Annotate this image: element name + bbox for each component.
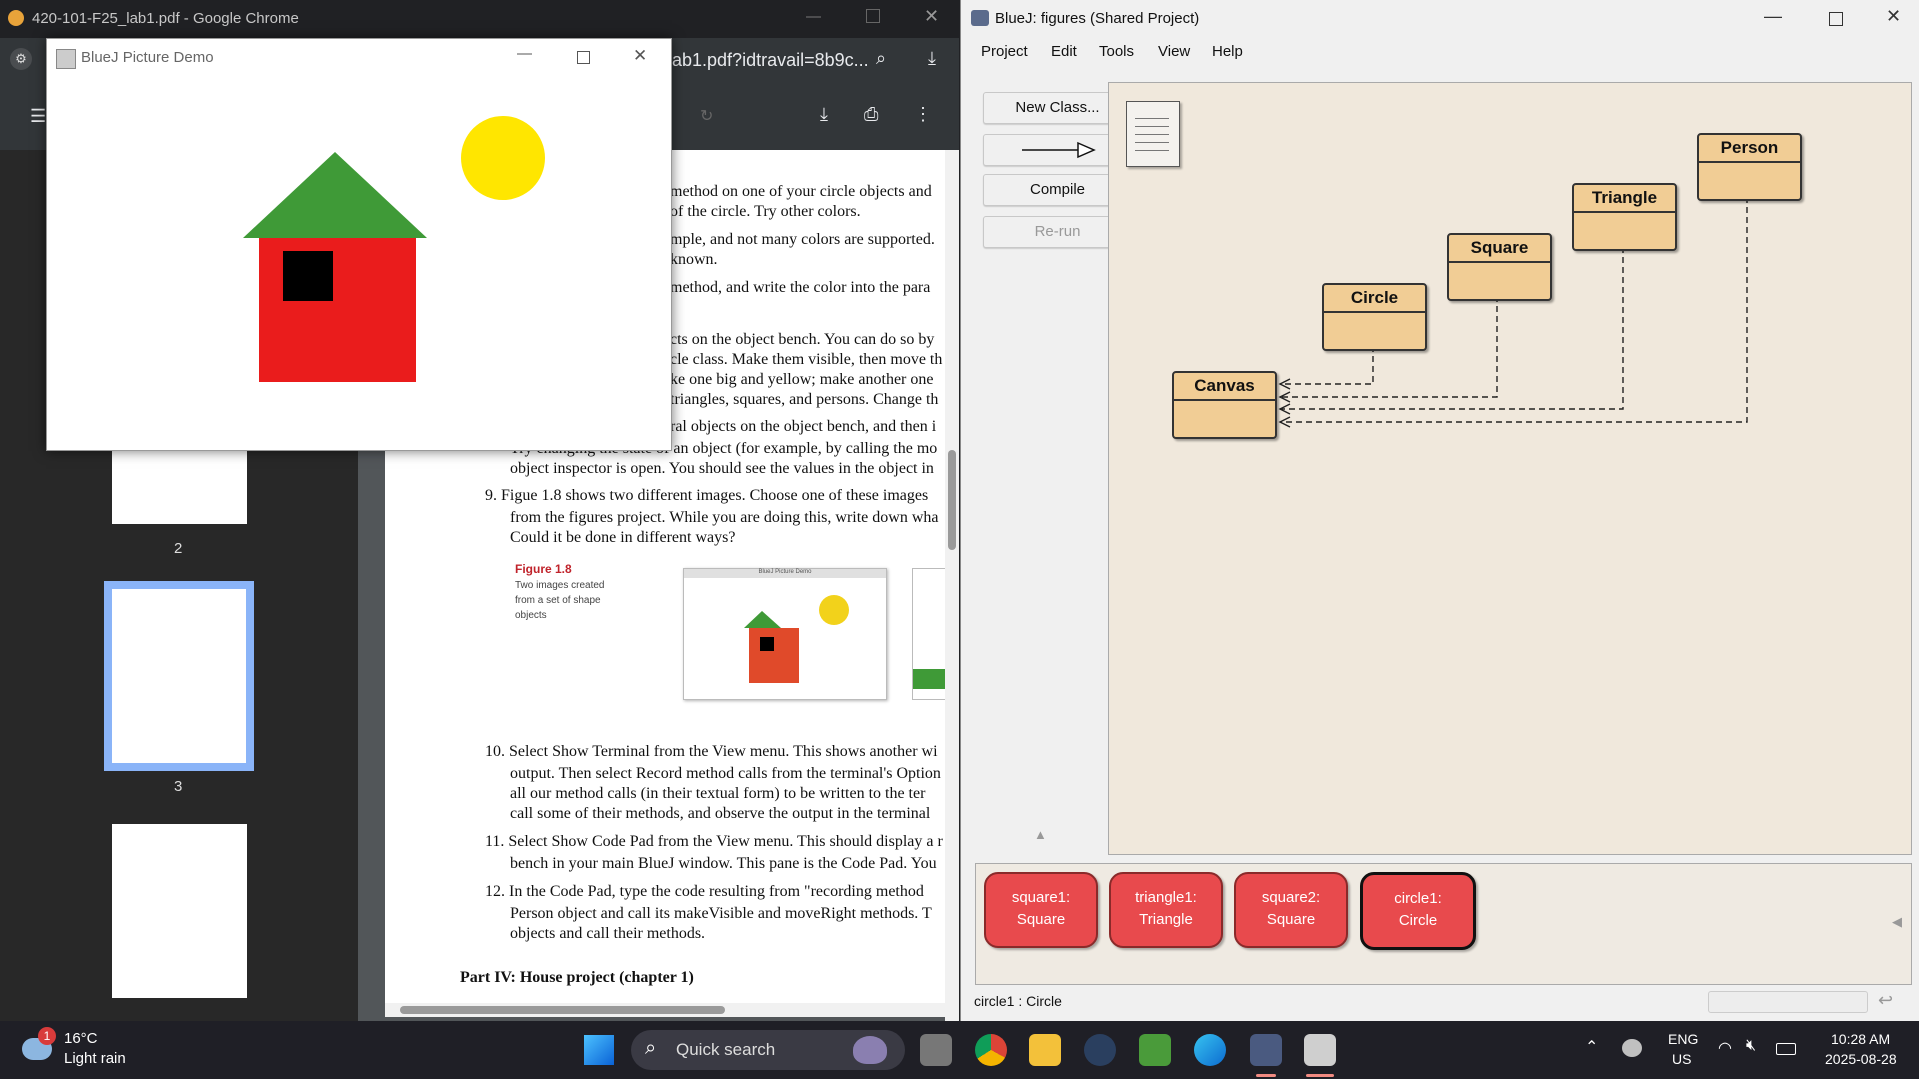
object-label: triangle1:	[1135, 889, 1197, 906]
status-progress	[1708, 991, 1868, 1013]
volume-muted-icon[interactable]: 🔇︎	[1746, 1037, 1756, 1055]
class-name: Canvas	[1174, 373, 1275, 401]
battery-icon[interactable]	[1776, 1043, 1796, 1055]
object-label: square1:	[1011, 889, 1071, 906]
class-canvas[interactable]: Canvas	[1172, 371, 1277, 439]
wifi-icon[interactable]: ◠	[1718, 1038, 1732, 1058]
lang-primary[interactable]: ENG	[1668, 1031, 1698, 1047]
object-triangle1[interactable]: triangle1: Triangle	[1109, 872, 1223, 948]
return-icon[interactable]: ↩	[1878, 990, 1893, 1011]
weather-text[interactable]: Light rain	[64, 1050, 126, 1067]
search-bird-icon	[853, 1036, 887, 1064]
class-name: Square	[1449, 235, 1550, 263]
taskbar: 1 16°C Light rain ⌕ Quick search ⌃ ENG U…	[0, 1021, 1919, 1079]
weather-badge: 1	[38, 1027, 56, 1045]
bluej-taskbar-icon[interactable]	[1250, 1034, 1282, 1066]
tray-app-icon[interactable]	[1622, 1039, 1642, 1057]
steam-icon[interactable]	[1084, 1034, 1116, 1066]
class-person[interactable]: Person	[1697, 133, 1802, 201]
minecraft-icon[interactable]	[1139, 1034, 1171, 1066]
task-view-icon[interactable]	[920, 1034, 952, 1066]
chrome-icon[interactable]	[975, 1034, 1007, 1066]
class-circle[interactable]: Circle	[1322, 283, 1427, 351]
picture-demo-active-indicator	[1306, 1074, 1334, 1077]
object-circle1[interactable]: circle1: Circle	[1360, 872, 1476, 950]
temperature[interactable]: 16°C	[64, 1030, 98, 1047]
bluej-active-indicator	[1256, 1074, 1276, 1077]
search-placeholder: Quick search	[676, 1040, 776, 1059]
class-triangle[interactable]: Triangle	[1572, 183, 1677, 251]
expand-bench-icon[interactable]: ◀	[1892, 914, 1902, 930]
class-name: Person	[1699, 135, 1800, 163]
object-label: circle1:	[1394, 890, 1442, 907]
search-icon: ⌕	[645, 1037, 657, 1059]
object-label: square2:	[1261, 889, 1321, 906]
start-icon[interactable]	[584, 1035, 614, 1065]
edge-icon[interactable]	[1194, 1034, 1226, 1066]
object-type: Square	[1016, 911, 1066, 928]
object-type: Circle	[1398, 912, 1438, 929]
class-name: Triangle	[1574, 185, 1675, 213]
clock-time[interactable]: 10:28 AM	[1831, 1031, 1890, 1047]
class-square[interactable]: Square	[1447, 233, 1552, 301]
object-square1[interactable]: square1: Square	[984, 872, 1098, 948]
lang-secondary[interactable]: US	[1672, 1051, 1691, 1067]
search-box[interactable]: ⌕ Quick search	[631, 1030, 905, 1070]
object-square2[interactable]: square2: Square	[1234, 872, 1348, 948]
clock-date[interactable]: 2025-08-28	[1825, 1051, 1897, 1067]
object-type: Triangle	[1139, 911, 1193, 928]
picture-demo-taskbar-icon[interactable]	[1304, 1034, 1336, 1066]
file-explorer-icon[interactable]	[1029, 1034, 1061, 1066]
object-type: Square	[1266, 911, 1316, 928]
chevron-up-icon[interactable]: ⌃	[1585, 1037, 1598, 1057]
status-text: circle1 : Circle	[974, 993, 1062, 1009]
class-name: Circle	[1324, 285, 1425, 313]
